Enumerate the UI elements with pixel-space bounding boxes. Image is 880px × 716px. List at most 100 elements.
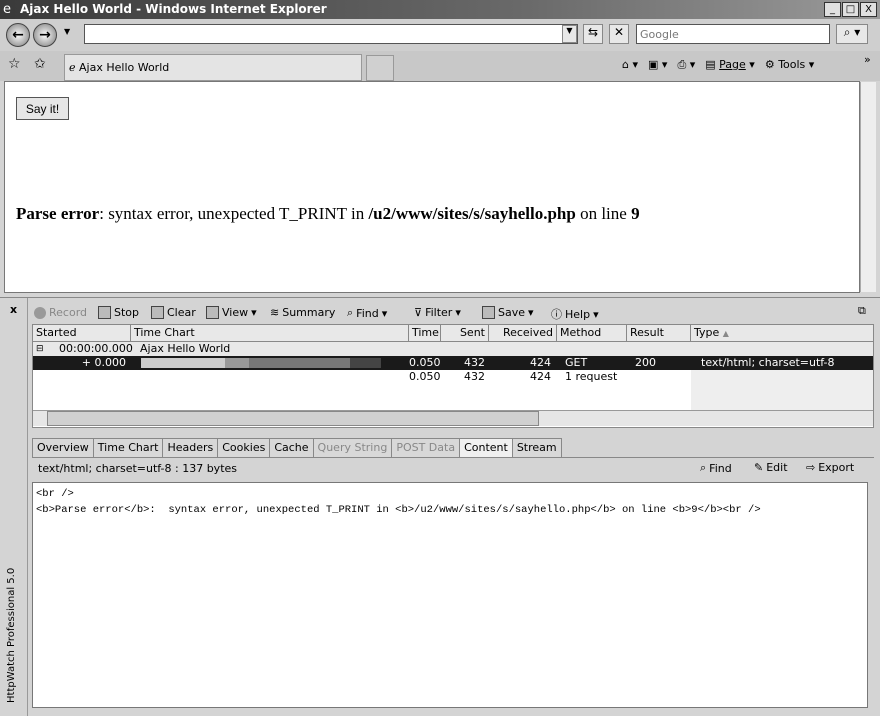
detail-tabs: Overview Time Chart Headers Cookies Cach… [32,438,562,457]
undock-icon[interactable]: ⧉ [858,304,866,318]
edit-label: Edit [766,461,788,474]
scrollbar-thumb[interactable] [47,411,539,426]
tab-stream[interactable]: Stream [511,438,562,457]
col-result[interactable]: Result [627,325,691,342]
content-find-button[interactable]: ⌕ Find [700,461,732,475]
forward-button[interactable]: → [33,23,57,47]
page-menu-label: Page [719,58,746,71]
say-it-button[interactable]: Say it! [16,97,69,120]
page-scrollbar[interactable] [860,82,876,292]
new-tab-button[interactable] [366,55,394,81]
view-label: View [222,306,249,319]
summary-sent: 432 [464,370,485,383]
find-label: Find [356,306,379,320]
content-find-label: Find [709,461,732,475]
summary-label: Summary [282,306,336,319]
tab-content[interactable]: Content [459,438,513,457]
col-time-chart[interactable]: Time Chart [131,325,409,342]
type-column-fill [691,370,873,410]
close-panel-icon[interactable]: x [10,303,17,316]
col-received[interactable]: Received [489,325,557,342]
row-received: 424 [530,356,551,369]
clear-icon [151,306,164,319]
ie-page-icon: ℯ [69,61,80,74]
error-text: : syntax error, unexpected T_PRINT in [99,204,369,223]
tab-cookies[interactable]: Cookies [217,438,271,457]
tab-cache[interactable]: Cache [269,438,314,457]
search-button[interactable]: ⌕ ▾ [836,24,868,44]
time-chart-bar [141,358,381,368]
filter-button[interactable]: ⊽ Filter ▾ [414,306,461,319]
tab-headers[interactable]: Headers [162,438,219,457]
tab-time-chart[interactable]: Time Chart [92,438,164,457]
summary-received: 424 [530,370,551,383]
tab-post-data[interactable]: POST Data [391,438,461,457]
tab-divider [32,457,874,458]
maximize-button[interactable]: □ [842,2,859,17]
print-icon[interactable]: ⎙ ▾ [677,58,695,72]
summary-method: 1 request [565,370,618,383]
navigation-bar: ← → ▼ ▼ ⇆ ✕ Google ⌕ ▾ [0,19,880,51]
save-button[interactable]: Save ▾ [482,306,534,319]
tools-menu[interactable]: ⚙ Tools ▾ [765,58,815,72]
clear-label: Clear [167,306,196,319]
error-label: Parse error [16,204,100,223]
back-button[interactable]: ← [6,23,30,47]
col-type-label: Type [694,326,720,339]
refresh-button[interactable]: ⇆ [583,24,603,44]
view-icon [206,306,219,319]
summary-button[interactable]: ≋ Summary [270,306,335,319]
browser-tab[interactable]: ℯ Ajax Hello World [64,54,362,81]
httpwatch-panel: x HttpWatch Professional 5.0 Record Stop… [0,297,880,716]
error-line: 9 [631,204,640,223]
feeds-icon[interactable]: ▣ ▾ [648,58,667,72]
favorites-star-icon[interactable]: ☆ [8,56,21,72]
record-button[interactable]: Record [34,306,87,319]
col-method[interactable]: Method [557,325,627,342]
record-icon [34,306,46,319]
ie-logo-icon: e [3,2,11,17]
content-viewer[interactable]: <br /> <b>Parse error</b>: syntax error, … [32,482,868,708]
view-button[interactable]: View ▾ [206,306,257,319]
add-favorites-icon[interactable]: ✩ [34,56,46,72]
collapse-icon[interactable]: ⊟ [36,342,44,356]
page-group-row[interactable]: ⊟ 00:00:00.000 Ajax Hello World [33,342,873,356]
page-menu[interactable]: ▤ Page ▾ [705,58,755,72]
summary-icon: ≋ [270,306,280,319]
home-icon[interactable]: ⌂ ▾ [622,58,638,72]
row-time: 0.050 [409,356,441,369]
col-started[interactable]: Started [33,325,131,342]
row-type: text/html; charset=utf-8 [701,356,835,369]
tab-overview[interactable]: Overview [32,438,94,457]
error-message: Parse error: syntax error, unexpected T_… [16,204,640,224]
clear-button[interactable]: Clear [151,306,196,319]
chevron-more-icon[interactable]: » [864,53,871,66]
export-label: Export [818,461,855,474]
minimize-button[interactable]: _ [824,2,841,17]
search-input[interactable]: Google [636,24,830,44]
error-on: on line [575,204,632,223]
close-window-button[interactable]: X [860,2,877,17]
title-bar: Ajax Hello World - Windows Internet Expl… [0,0,880,19]
horizontal-scrollbar[interactable] [33,410,873,426]
table-row[interactable]: + 0.000 0.050 432 424 GET 200 text/html;… [33,356,873,370]
tab-query-string[interactable]: Query String [312,438,393,457]
summary-time: 0.050 [409,370,441,383]
stop-button[interactable]: ✕ [609,24,629,44]
address-bar[interactable] [84,24,578,44]
col-sent[interactable]: Sent [441,325,489,342]
col-time[interactable]: Time [409,325,441,342]
col-type[interactable]: Type ▲ [691,325,873,342]
search-placeholder: Google [640,28,679,41]
address-dropdown-button[interactable]: ▼ [562,25,577,43]
page-content: Say it! Parse error: syntax error, unexp… [4,81,876,293]
stop-record-button[interactable]: Stop [98,306,139,319]
help-button[interactable]: ⓘ Help ▾ [551,306,599,322]
content-line: <b>Parse error</b>: syntax error, unexpe… [36,504,761,516]
history-dropdown-icon[interactable]: ▼ [64,27,70,36]
export-button[interactable]: ⇨ Export [806,461,854,474]
find-button[interactable]: ⌕ Find ▾ [347,306,387,320]
stop-icon [98,306,111,319]
save-label: Save [498,306,526,319]
edit-button[interactable]: ✎ Edit [754,461,788,474]
